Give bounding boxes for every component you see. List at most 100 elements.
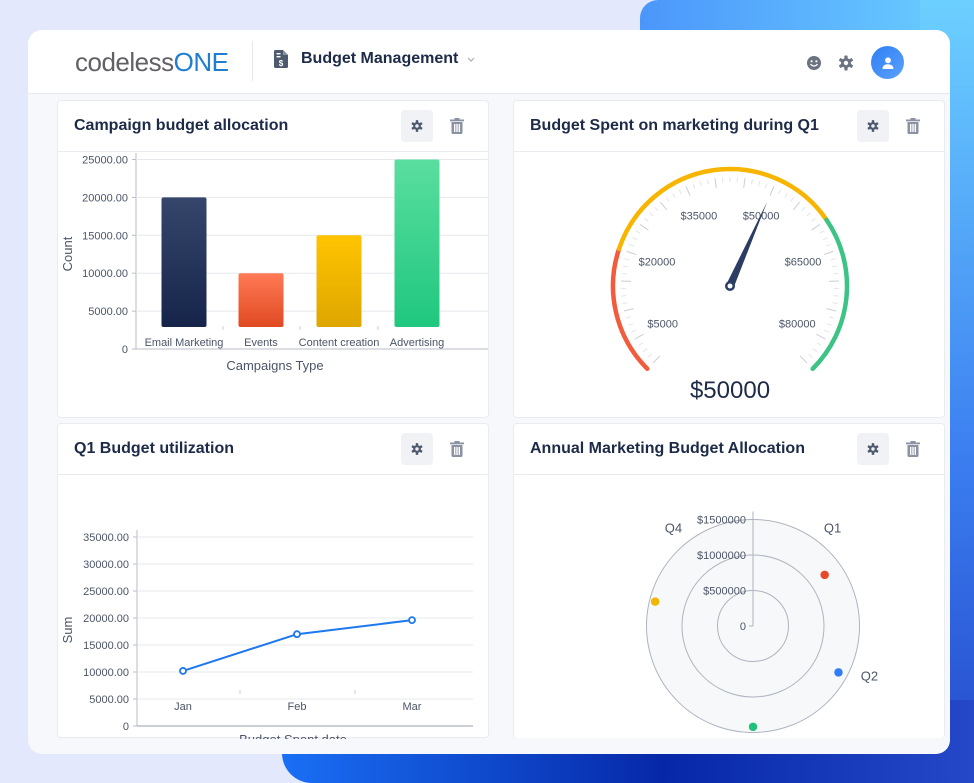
line-chart: 0 5000.00 10000.00 15000.00 20000.00 25000.00… (60, 530, 473, 739)
gauge-tick (812, 348, 818, 353)
gauge-tick (792, 201, 801, 211)
gauge-tick (639, 223, 649, 231)
y-tick-label: 10000.00 (82, 268, 128, 280)
gauge-tick (806, 212, 811, 217)
bar-content-creation (316, 235, 362, 327)
polar-point-q3 (748, 722, 758, 732)
y-axis-title: Sum (60, 617, 75, 644)
gauge-tick (623, 308, 634, 312)
gauge-tick (816, 333, 826, 340)
gauge-tick (801, 206, 806, 212)
logo-text: codeless (75, 47, 174, 77)
gauge-tick (778, 189, 782, 195)
x-axis-title: Budget Spent date (239, 732, 347, 739)
gauge-tick-label: $5000 (647, 318, 678, 330)
gauge-tick (652, 355, 661, 364)
logo-text-accent: ONE (173, 47, 229, 77)
line-point-feb (293, 630, 301, 639)
x-tick-label: Feb (288, 701, 307, 713)
x-tick-label: Email Marketing (145, 337, 224, 349)
svg-text:$: $ (279, 59, 284, 68)
gauge-tick (672, 193, 676, 198)
gauge-tick (622, 302, 628, 305)
polar-angle-label: Q1 (824, 521, 841, 536)
gauge-tick-label: $80000 (779, 318, 816, 330)
polar-tick-label: $500000 (703, 586, 746, 598)
bar-advertising (394, 159, 440, 327)
y-tick-label: 25000.00 (82, 155, 128, 167)
gauge-tick (832, 302, 838, 305)
polar-angle-label: Q2 (861, 668, 878, 683)
gauge-tick (632, 236, 638, 241)
x-tick-label: Jan (174, 701, 192, 713)
gauge-tick (829, 316, 835, 319)
bar-email-marketing (161, 197, 207, 327)
gauge-tick (635, 230, 641, 234)
gauge-tick (826, 323, 832, 326)
x-axis-title: Campaigns Type (226, 358, 323, 373)
polar-angle-label: Q4 (665, 521, 682, 536)
gauge-tick (819, 230, 825, 234)
gauge-tick (621, 272, 627, 275)
logo[interactable]: codelessONE (75, 47, 229, 78)
gauge-tick (816, 342, 822, 346)
gauge-tick (642, 348, 648, 353)
emoji-icon[interactable] (805, 54, 823, 72)
app-switcher[interactable]: $ Budget Management (274, 50, 476, 68)
gauge-tick (628, 323, 634, 326)
bar-chart: 0 5000.00 10000.00 15000.00 20000.00 25000.00… (60, 153, 488, 373)
chevron-down-icon (467, 57, 475, 62)
gauge-tick (825, 243, 831, 247)
gauge-tick (714, 177, 717, 189)
gauge-tick (743, 177, 746, 189)
gauge-tick (811, 217, 816, 222)
polar-point-q1 (819, 570, 830, 580)
gauge-tick (692, 183, 696, 189)
user-icon (882, 56, 893, 69)
gauge-tick (823, 250, 834, 256)
gauge-tick (631, 329, 637, 333)
polar-tick-label: $1500000 (697, 515, 746, 527)
gauge-tick (624, 258, 630, 261)
gauge-tick (790, 197, 795, 202)
polar-chart: 0$500000$1000000$1500000Q1Q2Q3Q4 (646, 511, 878, 733)
gauge-tick (799, 355, 808, 364)
gauge-tick (638, 342, 644, 346)
line-point-mar (408, 616, 416, 625)
gauge-tick (826, 308, 837, 312)
y-tick-label: 35000.00 (83, 532, 129, 544)
gauge-tick (832, 265, 838, 268)
y-tick-label: 0 (122, 344, 128, 356)
gauge-needle-hub-center (727, 283, 733, 289)
y-tick-label: 15000.00 (83, 640, 129, 652)
gauge-band-green (810, 217, 850, 371)
gauge-tick-label: $20000 (639, 257, 676, 269)
widget-campaign-budget: Campaign budget allocation 0 5000.00 10000… (57, 100, 489, 418)
gauge-tick (811, 223, 821, 231)
top-actions (791, 46, 904, 79)
widget-annual-allocation: Annual Marketing Budget Allocation 0 $500… (513, 423, 945, 738)
x-tick-label: Content creation (299, 337, 380, 349)
x-tick-label: Advertising (390, 337, 444, 349)
gear-icon[interactable] (837, 54, 855, 72)
app-title: Budget Management (301, 50, 459, 67)
gauge-chart: $5000$20000$35000$50000$65000$80000$5000… (610, 166, 850, 404)
gauge-tick (626, 250, 637, 256)
gauge-tick (647, 353, 652, 358)
gauge-tick (769, 186, 775, 196)
gauge-tick (649, 212, 654, 217)
user-avatar[interactable] (871, 46, 904, 79)
gauge-tick (622, 265, 628, 268)
y-tick-label: 0 (123, 721, 129, 733)
gauge-tick (823, 329, 829, 333)
y-axis-title: Count (60, 236, 75, 271)
polar-point-q4 (650, 596, 660, 607)
gauge-tick (665, 197, 670, 202)
y-tick-label: 5000.00 (88, 306, 128, 318)
gauge-tick (625, 316, 631, 319)
polar-tick-label: $1000000 (697, 550, 746, 562)
y-tick-label: 10000.00 (83, 667, 129, 679)
gauge-value-label: $50000 (690, 377, 770, 404)
widget-q1-utilization: Q1 Budget utilization 0 5000.00 10000.00 15… (57, 423, 489, 739)
top-bar: codelessONE $ Budget Management (28, 30, 950, 94)
